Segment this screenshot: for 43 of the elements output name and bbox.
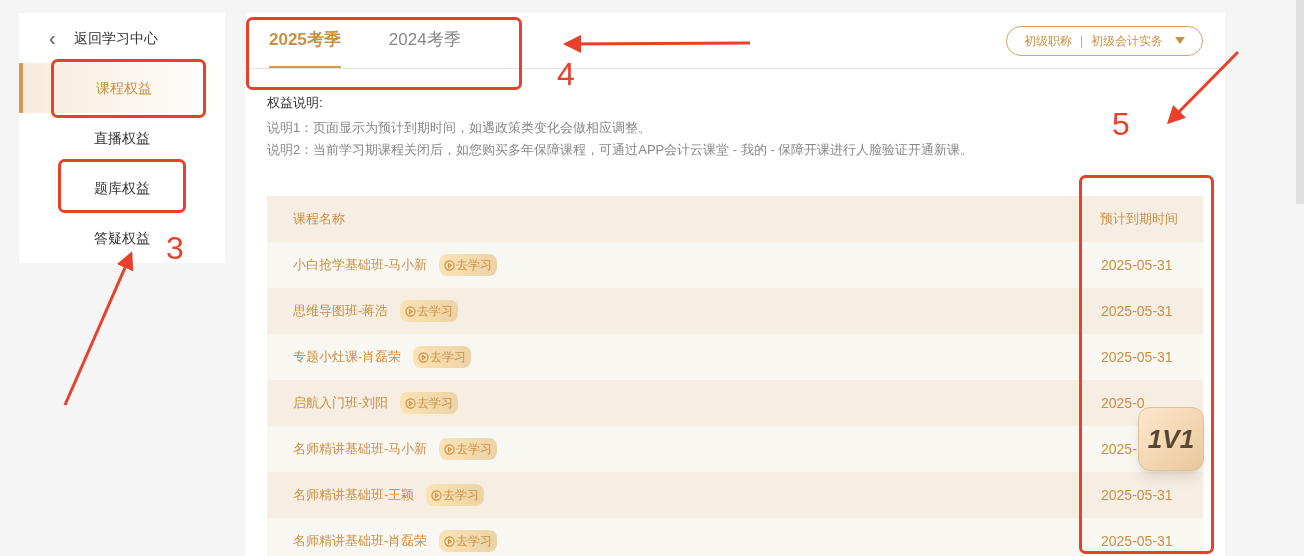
- play-icon: [418, 351, 430, 363]
- play-icon: [444, 259, 456, 271]
- study-button[interactable]: 去学习: [413, 346, 472, 368]
- note-text: 说明2：当前学习期课程关闭后，如您购买多年保障课程，可通过APP会计云课堂 - 我的 - 保障开课进行人脸验证开通新课。: [267, 141, 974, 159]
- back-icon[interactable]: ‹: [49, 28, 56, 48]
- study-button[interactable]: 去学习: [426, 484, 485, 506]
- annotation-number: 4: [557, 58, 575, 90]
- play-icon: [444, 443, 456, 455]
- expiry-date: 2025-: [1101, 441, 1137, 457]
- expiry-date: 2025-05-31: [1101, 487, 1173, 503]
- play-icon: [405, 397, 417, 409]
- play-icon: [405, 305, 417, 317]
- play-icon: [431, 489, 443, 501]
- study-button[interactable]: 去学习: [439, 438, 498, 460]
- expiry-date: 2025-05-31: [1101, 303, 1173, 319]
- course-name: 思维导图班-蒋浩: [293, 302, 389, 321]
- course-name: 名师精讲基础班-肖磊荣: [293, 532, 428, 551]
- season-tab[interactable]: 2024考季: [388, 13, 461, 68]
- course-name: 小白抢学基础班-马小新: [293, 256, 428, 275]
- column-header: 预计到期时间: [1099, 210, 1179, 229]
- back-link[interactable]: 返回学习中心: [73, 27, 158, 49]
- column-header: 课程名称: [292, 210, 346, 229]
- season-tab[interactable]: 2025考季: [269, 13, 341, 68]
- play-icon: [444, 535, 456, 547]
- course-name: 名师精讲基础班-马小新: [293, 440, 428, 459]
- annotation-number: 3: [166, 232, 184, 264]
- expiry-date: 2025-05-31: [1101, 533, 1173, 549]
- study-button[interactable]: 去学习: [439, 254, 498, 276]
- sidebar-item[interactable]: 题库权益: [19, 163, 225, 213]
- expiry-date: 2025-05-31: [1101, 257, 1173, 273]
- course-name: 启航入门班-刘阳: [293, 394, 389, 413]
- course-name: 专题小灶课-肖磊荣: [293, 348, 402, 367]
- caret-icon: [1175, 36, 1185, 45]
- expiry-date: 2025-05-31: [1101, 349, 1173, 365]
- sidebar-item[interactable]: 直播权益: [19, 113, 225, 163]
- course-name: 名师精讲基础班-王颖: [293, 486, 415, 505]
- study-button[interactable]: 去学习: [400, 392, 459, 414]
- study-button[interactable]: 去学习: [400, 300, 459, 322]
- study-button[interactable]: 去学习: [439, 530, 498, 552]
- note-text: 说明1：页面显示为预计到期时间，如遇政策类变化会做相应调整。: [267, 119, 652, 137]
- annotation-number: 5: [1112, 108, 1130, 140]
- one-on-one-button[interactable]: 1V1: [1138, 407, 1204, 471]
- notes-title: 权益说明:: [267, 94, 324, 112]
